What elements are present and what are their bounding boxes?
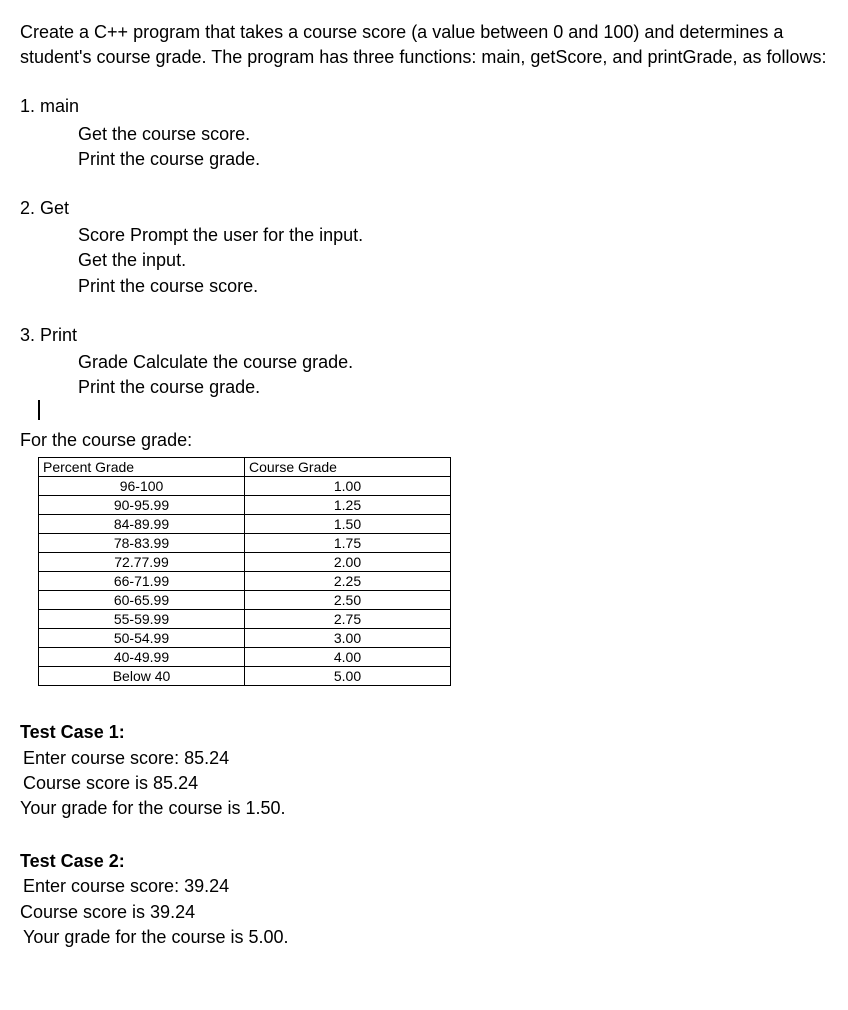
- table-cell: 1.25: [245, 496, 451, 515]
- list-item-2: 2. Get Score Prompt the user for the inp…: [20, 196, 828, 299]
- table-cell: 50-54.99: [39, 629, 245, 648]
- table-cell: 1.75: [245, 534, 451, 553]
- table-cell: 55-59.99: [39, 610, 245, 629]
- item-sub: Score Prompt the user for the input.: [20, 223, 828, 248]
- test-case-line: Your grade for the course is 1.50.: [20, 796, 828, 821]
- table-row: 55-59.992.75: [39, 610, 451, 629]
- item-heading: 2. Get: [20, 196, 828, 221]
- table-row: Below 405.00: [39, 667, 451, 686]
- grade-table: Percent Grade Course Grade 96-1001.00 90…: [38, 457, 451, 686]
- table-row: 50-54.993.00: [39, 629, 451, 648]
- item-sub: Print the course grade.: [20, 375, 828, 400]
- table-row: 66-71.992.25: [39, 572, 451, 591]
- table-row: 78-83.991.75: [39, 534, 451, 553]
- item-sub: Print the course grade.: [20, 147, 828, 172]
- table-cell: 72.77.99: [39, 553, 245, 572]
- table-cell: 66-71.99: [39, 572, 245, 591]
- test-case-title: Test Case 1:: [20, 720, 828, 745]
- table-cell: 90-95.99: [39, 496, 245, 515]
- intro-paragraph: Create a C++ program that takes a course…: [20, 20, 828, 70]
- table-row: 84-89.991.50: [39, 515, 451, 534]
- table-cell: 4.00: [245, 648, 451, 667]
- table-cell: 96-100: [39, 477, 245, 496]
- table-cell: 1.00: [245, 477, 451, 496]
- item-heading: 1. main: [20, 94, 828, 119]
- table-header: Percent Grade: [39, 458, 245, 477]
- table-cell: 3.00: [245, 629, 451, 648]
- test-case-1: Test Case 1: Enter course score: 85.24 C…: [20, 720, 828, 821]
- table-row: 96-1001.00: [39, 477, 451, 496]
- test-case-line: Your grade for the course is 5.00.: [23, 925, 828, 950]
- table-cell: 60-65.99: [39, 591, 245, 610]
- table-cell: 2.50: [245, 591, 451, 610]
- table-cell: 84-89.99: [39, 515, 245, 534]
- table-cell: 2.00: [245, 553, 451, 572]
- table-cell: 2.75: [245, 610, 451, 629]
- test-case-line: Enter course score: 39.24: [23, 874, 828, 899]
- table-cell: 78-83.99: [39, 534, 245, 553]
- table-row: 72.77.992.00: [39, 553, 451, 572]
- table-caption: For the course grade:: [20, 428, 828, 453]
- test-case-2: Test Case 2: Enter course score: 39.24 C…: [20, 849, 828, 950]
- table-cell: 2.25: [245, 572, 451, 591]
- table-row: 60-65.992.50: [39, 591, 451, 610]
- table-header: Course Grade: [245, 458, 451, 477]
- table-row: 90-95.991.25: [39, 496, 451, 515]
- test-case-title: Test Case 2:: [20, 849, 828, 874]
- table-cell: Below 40: [39, 667, 245, 686]
- table-cell: 5.00: [245, 667, 451, 686]
- item-heading: 3. Print: [20, 323, 828, 348]
- test-case-line: Enter course score: 85.24: [23, 746, 828, 771]
- table-header-row: Percent Grade Course Grade: [39, 458, 451, 477]
- test-case-line: Course score is 39.24: [20, 900, 828, 925]
- table-row: 40-49.994.00: [39, 648, 451, 667]
- table-cell: 40-49.99: [39, 648, 245, 667]
- test-case-line: Course score is 85.24: [23, 771, 828, 796]
- item-sub: Get the course score.: [20, 122, 828, 147]
- list-item-3: 3. Print Grade Calculate the course grad…: [20, 323, 828, 401]
- text-cursor: [20, 400, 828, 422]
- item-sub: Print the course score.: [20, 274, 828, 299]
- table-cell: 1.50: [245, 515, 451, 534]
- item-sub: Get the input.: [20, 248, 828, 273]
- item-sub: Grade Calculate the course grade.: [20, 350, 828, 375]
- list-item-1: 1. main Get the course score. Print the …: [20, 94, 828, 172]
